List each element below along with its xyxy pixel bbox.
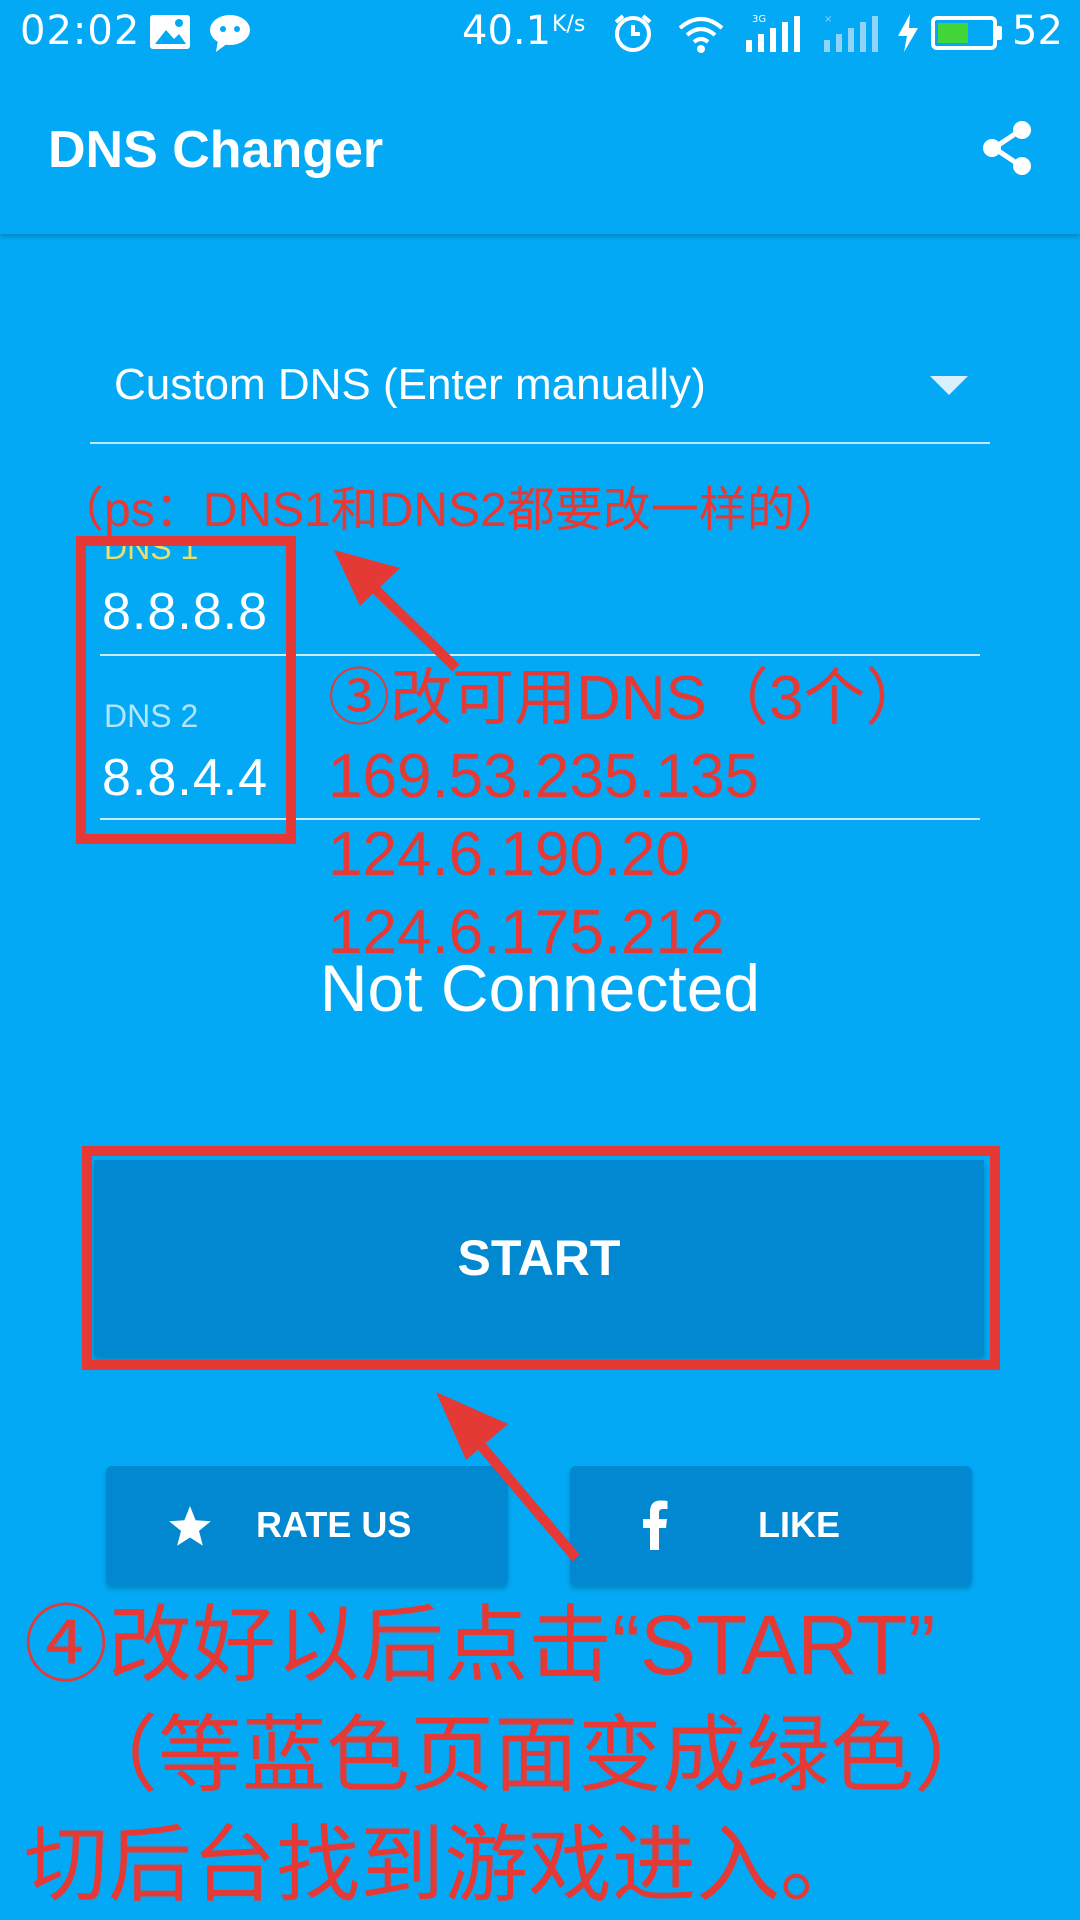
status-time: 02:02 [20,8,141,54]
wifi-icon [678,17,724,53]
alarm-icon [614,14,652,52]
dropdown-arrow-icon [930,376,968,395]
network-speed: 40.1 [462,8,552,54]
annotation-arrow-start [436,1392,580,1562]
share-button[interactable] [978,118,1038,178]
network-speed-unit: K/s [552,12,586,37]
annotation-step3-line: 124.6.190.20 [328,820,691,889]
battery-icon [931,16,1002,50]
annotation-highlight-box-dns [76,536,296,844]
rate-us-label: RATE US [256,1504,412,1545]
annotation-step3-line: 169.53.235.135 [328,742,759,811]
gallery-notification-icon [150,15,190,49]
signal-3g-icon: 3G [746,14,800,52]
status-bar: 02:02 40.1 K/s 3G × 52 [0,0,1080,68]
dropdown-underline [90,442,990,444]
battery-level: 52 [1012,8,1063,54]
like-button[interactable]: LIKE [570,1466,972,1586]
app-title: DNS Changer [48,121,384,179]
annotation-step4-line: （等蓝色页面变成绿色） [74,1708,999,1802]
connection-status: Not Connected [319,951,761,1025]
share-icon [983,121,1031,175]
dropdown-selected-value: Custom DNS (Enter manually) [114,360,706,409]
svg-text:×: × [824,14,832,25]
annotation-step4-line: ④改好以后点击“START” [24,1598,936,1692]
annotation-highlight-box-start [82,1146,1000,1370]
annotation-step4: ④改好以后点击“START” （等蓝色页面变成绿色） 切后台找到游戏进入。 [24,1590,998,1920]
charging-icon [898,14,918,52]
facebook-icon [643,1500,668,1550]
star-icon [169,1506,211,1546]
signal-sim2-icon: × [824,14,878,52]
dns-provider-dropdown[interactable]: Custom DNS (Enter manually) [90,340,990,444]
svg-text:3G: 3G [752,14,766,25]
annotation-step3: ③改可用DNS（3个） 169.53.235.135 124.6.190.20 … [328,660,927,972]
annotation-arrow-dns [334,550,460,672]
chat-notification-icon [210,15,250,52]
annotation-step4-line: 切后台找到游戏进入。 [24,1818,865,1912]
like-label: LIKE [758,1504,841,1545]
app-bar: DNS Changer [0,68,1080,234]
